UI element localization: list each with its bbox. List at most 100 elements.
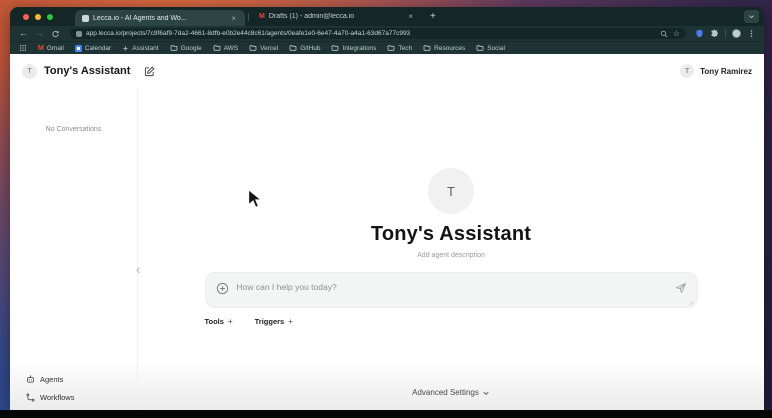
bookmark-star-icon[interactable]: ☆ bbox=[673, 29, 680, 38]
tools-label: Tools bbox=[204, 317, 224, 326]
fullscreen-window-button[interactable] bbox=[47, 13, 53, 20]
tab-strip: Lecca.io - AI Agents and Wo... × M Draft… bbox=[10, 7, 764, 26]
folder-icon bbox=[476, 44, 484, 52]
toolbar-separator bbox=[725, 29, 726, 38]
attach-plus-icon[interactable] bbox=[216, 282, 229, 295]
reload-icon[interactable] bbox=[50, 30, 61, 38]
menu-kebab-icon[interactable] bbox=[747, 29, 756, 38]
nav-label: Workflows bbox=[40, 393, 75, 402]
letterbox-bar bbox=[0, 410, 772, 418]
bookmark-gmail[interactable]: M Gmail bbox=[38, 45, 64, 52]
apps-grid-icon[interactable] bbox=[19, 44, 27, 52]
nav-label: Agents bbox=[40, 375, 64, 384]
triggers-add-button[interactable]: Triggers + bbox=[255, 317, 293, 326]
conversations-sidebar: No Conversations Agents Workflows bbox=[10, 88, 137, 410]
chrome-profile-avatar[interactable] bbox=[732, 29, 741, 38]
tab-search-chevron-button[interactable] bbox=[744, 10, 759, 23]
tab-title: Drafts (1) - admin@lecca.io bbox=[268, 13, 355, 20]
tab-gmail-drafts[interactable]: M Drafts (1) - admin@lecca.io × bbox=[252, 9, 422, 24]
advanced-settings-label: Advanced Settings bbox=[412, 388, 479, 397]
bookmark-folder-resources[interactable]: Resources bbox=[423, 44, 465, 52]
window-controls bbox=[23, 13, 53, 20]
bookmark-label: Tech bbox=[398, 44, 413, 52]
user-name: Tony Ramirez bbox=[700, 66, 752, 76]
user-menu[interactable]: T Tony Ramirez bbox=[680, 64, 752, 78]
minimize-window-button[interactable] bbox=[35, 13, 41, 20]
folder-icon bbox=[387, 44, 395, 52]
forward-button[interactable]: → bbox=[34, 29, 45, 38]
sidebar-item-agents[interactable]: Agents bbox=[26, 375, 137, 384]
browser-window: Lecca.io - AI Agents and Wo... × M Draft… bbox=[10, 7, 764, 410]
bookmark-assistant[interactable]: Assistant bbox=[122, 44, 159, 52]
bookmark-folder-aws[interactable]: AWS bbox=[213, 44, 239, 52]
folder-icon bbox=[331, 44, 339, 52]
chat-input[interactable]: How can I help you today? bbox=[204, 272, 698, 308]
sidebar-item-workflows[interactable]: Workflows bbox=[26, 393, 137, 402]
bookmark-label: GitHub bbox=[300, 44, 321, 52]
agent-avatar-large: T bbox=[428, 168, 474, 214]
bookmark-label: AWS bbox=[223, 44, 239, 52]
bookmark-label: Google bbox=[180, 44, 202, 52]
calendar-icon bbox=[74, 44, 82, 52]
folder-icon bbox=[249, 44, 257, 52]
advanced-settings-toggle[interactable]: Advanced Settings bbox=[412, 388, 490, 397]
folder-icon bbox=[423, 44, 431, 52]
tab-close-icon[interactable]: × bbox=[406, 12, 415, 21]
new-tab-button[interactable]: + bbox=[430, 11, 436, 22]
user-avatar: T bbox=[680, 64, 695, 78]
bookmark-label: Social bbox=[487, 44, 505, 52]
address-bar[interactable]: app.lecca.io/projects/7c9f6af9-7da2-4661… bbox=[70, 28, 686, 39]
agent-title: Tony's Assistant bbox=[44, 65, 131, 77]
resize-handle[interactable] bbox=[688, 300, 694, 305]
bookmark-calendar[interactable]: Calendar bbox=[74, 44, 112, 52]
bookmark-label: Integrations bbox=[342, 44, 377, 52]
tab-lecca[interactable]: Lecca.io - AI Agents and Wo... × bbox=[75, 10, 245, 26]
tab-title: Lecca.io - AI Agents and Wo... bbox=[93, 14, 187, 22]
gmail-favicon: M bbox=[259, 13, 265, 20]
bookmark-label: Resources bbox=[434, 44, 466, 52]
browser-toolbar: ← → app.lecca.io/projects/7c9f6af9-7da2-… bbox=[10, 26, 764, 41]
password-shield-icon[interactable] bbox=[695, 29, 704, 38]
bookmarks-bar: M Gmail Calendar Assistant Google AWS Ve… bbox=[10, 41, 764, 54]
tools-add-button[interactable]: Tools + bbox=[205, 317, 233, 326]
close-window-button[interactable] bbox=[23, 13, 29, 20]
collapse-sidebar-icon[interactable] bbox=[134, 266, 143, 275]
lecca-app: T Tony's Assistant T Tony Ramirez No Con… bbox=[10, 54, 764, 410]
sparkle-icon bbox=[122, 45, 129, 52]
bookmark-folder-social[interactable]: Social bbox=[476, 44, 505, 52]
no-conversations-label: No Conversations bbox=[45, 126, 102, 133]
chat-placeholder: How can I help you today? bbox=[236, 282, 337, 292]
edit-agent-icon[interactable] bbox=[144, 66, 155, 77]
agent-description-placeholder[interactable]: Add agent description bbox=[417, 252, 485, 259]
tab-close-icon[interactable]: × bbox=[229, 14, 238, 23]
bookmark-folder-vercel[interactable]: Vercel bbox=[249, 44, 278, 52]
back-button[interactable]: ← bbox=[18, 29, 29, 38]
bookmark-folder-integrations[interactable]: Integrations bbox=[331, 44, 376, 52]
sidebar-nav: Agents Workflows bbox=[10, 375, 137, 410]
extensions-puzzle-icon[interactable] bbox=[710, 29, 719, 38]
triggers-label: Triggers bbox=[254, 317, 285, 326]
agent-name-heading: Tony's Assistant bbox=[370, 223, 532, 245]
folder-icon bbox=[289, 44, 297, 52]
url-text: app.lecca.io/projects/7c9f6af9-7da2-4661… bbox=[86, 30, 411, 37]
bookmark-folder-tech[interactable]: Tech bbox=[387, 44, 412, 52]
bookmark-label: Gmail bbox=[46, 44, 64, 52]
bookmark-folder-github[interactable]: GitHub bbox=[289, 44, 320, 52]
app-header: T Tony's Assistant T Tony Ramirez bbox=[10, 54, 764, 88]
bookmark-label: Vercel bbox=[260, 44, 279, 52]
send-icon[interactable] bbox=[675, 282, 687, 294]
zoom-icon[interactable] bbox=[660, 30, 668, 38]
folder-icon bbox=[213, 44, 221, 52]
extension-area bbox=[695, 29, 756, 38]
agent-main-panel: T Tony's Assistant Add agent description… bbox=[137, 88, 764, 410]
bookmark-label: Assistant bbox=[132, 44, 159, 52]
plus-icon: + bbox=[288, 317, 293, 326]
plus-icon: + bbox=[227, 317, 233, 326]
tab-separator bbox=[248, 12, 249, 21]
bookmark-folder-google[interactable]: Google bbox=[170, 44, 202, 52]
chevron-down-icon bbox=[482, 389, 490, 397]
bot-icon bbox=[26, 375, 35, 384]
bookmark-label: Calendar bbox=[84, 44, 112, 52]
chevron-down-icon bbox=[748, 13, 755, 20]
agent-avatar-small: T bbox=[22, 63, 37, 79]
